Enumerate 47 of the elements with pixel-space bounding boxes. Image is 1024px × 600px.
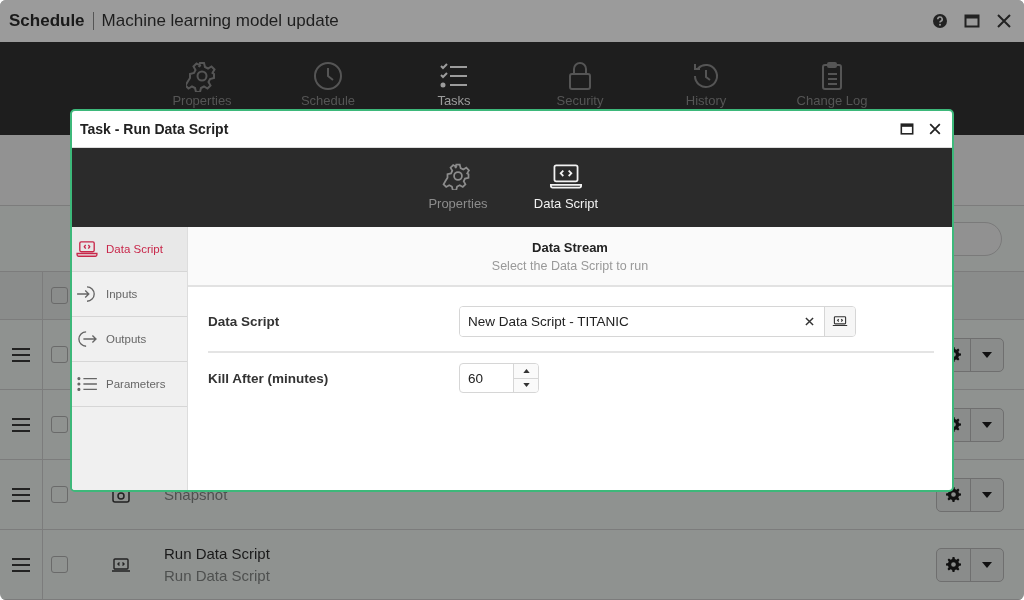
sidebar-item[interactable]: Parameters xyxy=(72,362,187,407)
row-checkbox[interactable] xyxy=(51,416,68,433)
caret-icon xyxy=(982,561,992,568)
dialog-tab[interactable]: Properties xyxy=(408,148,508,227)
laptop-code-icon xyxy=(111,556,131,573)
row-checkbox[interactable] xyxy=(51,556,68,573)
close-icon[interactable] xyxy=(996,13,1012,29)
caret-icon xyxy=(982,421,992,428)
drag-handle-icon[interactable] xyxy=(12,557,30,572)
dialog-tab[interactable]: Data Script xyxy=(516,148,616,227)
window-subtitle: Machine learning model update xyxy=(101,11,339,31)
close-icon[interactable] xyxy=(928,122,942,136)
gear-icon xyxy=(946,557,961,572)
field-label: Data Script xyxy=(208,313,281,329)
nav-tab[interactable]: Tasks xyxy=(391,42,517,135)
caret-up-icon xyxy=(522,368,530,373)
clock-icon xyxy=(312,60,344,92)
select-all-checkbox[interactable] xyxy=(51,287,68,304)
list-icon xyxy=(76,375,98,393)
task-title: Run Data Script xyxy=(164,545,271,562)
section-subtitle: Select the Data Script to run xyxy=(491,258,649,273)
drag-handle-icon[interactable] xyxy=(12,487,30,502)
task-subtitle: Run Data Script xyxy=(164,567,271,584)
laptop-code-icon xyxy=(76,240,98,258)
help-icon[interactable] xyxy=(932,13,948,29)
arrow-in-icon xyxy=(76,285,98,303)
caret-icon xyxy=(982,491,992,498)
sidebar-item[interactable]: Inputs xyxy=(72,272,187,317)
gear-icon xyxy=(186,60,218,92)
increment-button[interactable] xyxy=(514,364,538,378)
field-label: Kill After (minutes) xyxy=(208,370,330,386)
caret-down-icon xyxy=(522,383,530,388)
dialog-title: Task - Run Data Script xyxy=(80,121,229,137)
number-field[interactable]: 60 xyxy=(459,363,539,393)
row-checkbox[interactable] xyxy=(51,486,68,503)
window-title: Schedule xyxy=(9,11,85,31)
laptop-code-icon xyxy=(550,162,582,190)
sidebar-item[interactable]: Data Script xyxy=(72,227,187,272)
caret-icon xyxy=(982,351,992,358)
maximize-icon[interactable] xyxy=(900,122,914,136)
arrow-out-icon xyxy=(76,330,98,348)
row-checkbox[interactable] xyxy=(51,346,68,363)
drag-handle-icon[interactable] xyxy=(12,417,30,432)
sidebar-item[interactable]: Outputs xyxy=(72,317,187,362)
maximize-icon[interactable] xyxy=(964,13,980,29)
drag-handle-icon[interactable] xyxy=(12,347,30,362)
section-title: Data Stream xyxy=(532,239,608,255)
